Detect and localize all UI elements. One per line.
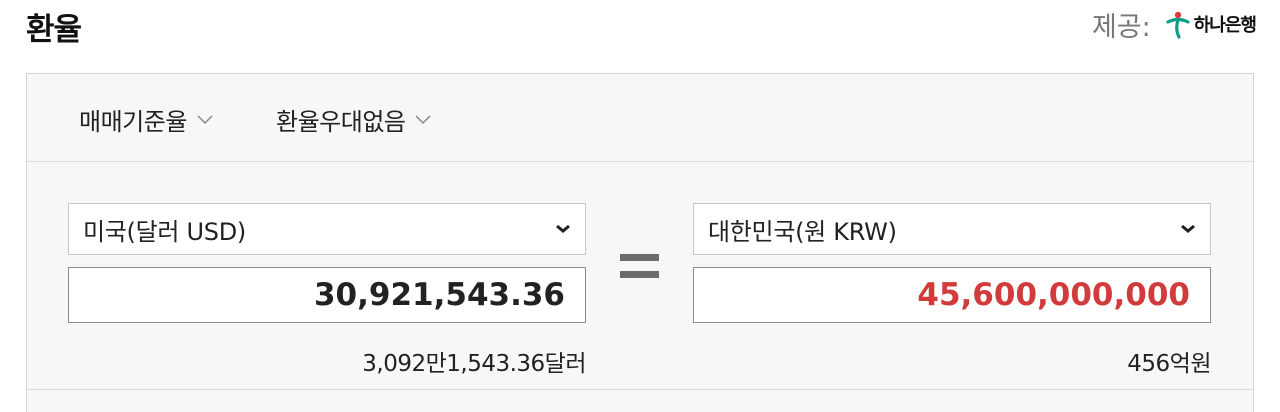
bottom-area (27, 390, 1253, 412)
caret-down-icon (1181, 224, 1195, 233)
to-currency-select[interactable]: 대한민국(원 KRW) (693, 203, 1211, 255)
preferential-label: 환율우대없음 (276, 108, 406, 136)
from-amount-input[interactable]: 30,921,543.36 (68, 267, 586, 323)
hana-bank-logo-icon (1166, 11, 1190, 39)
from-amount-korean: 3,092만1,543.36달러 (362, 351, 586, 377)
chevron-down-icon (197, 114, 213, 124)
preferential-dropdown[interactable]: 환율우대없음 (276, 102, 432, 137)
rate-type-label: 매매기준율 (79, 108, 187, 136)
to-currency-label: 대한민국(원 KRW) (708, 217, 897, 246)
from-currency-label: 미국(달러 USD) (83, 217, 246, 246)
to-amount-input[interactable]: 45,600,000,000 (693, 267, 1211, 323)
converter-panel: 매매기준율 환율우대없음 미국(달러 USD) 30,921,543.36 3,… (26, 73, 1254, 412)
equals-icon (620, 254, 659, 279)
provider-bank-name: 하나은행 (1193, 15, 1257, 36)
rate-type-dropdown[interactable]: 매매기준율 (79, 102, 213, 137)
page-title: 환율 (26, 12, 82, 48)
to-amount-korean: 456억원 (1127, 351, 1211, 377)
provider-info: 제공: 하나은행 (1091, 6, 1257, 43)
provider-label: 제공: (1091, 11, 1151, 43)
from-currency-select[interactable]: 미국(달러 USD) (68, 203, 586, 255)
caret-down-icon (556, 224, 570, 233)
provider-bank-link[interactable]: 하나은행 (1165, 9, 1257, 39)
chevron-down-icon (415, 114, 432, 124)
exchange-rate-widget: 환율 제공: 하나은행 매매기준율 환율우대없음 미국(달러 USD) 30,9… (0, 0, 1280, 412)
options-row: 매매기준율 환율우대없음 (27, 74, 1253, 162)
